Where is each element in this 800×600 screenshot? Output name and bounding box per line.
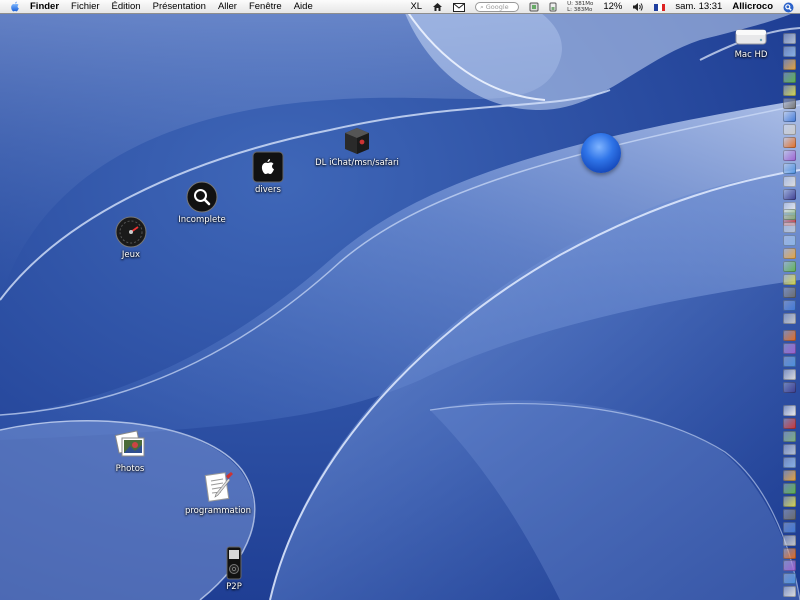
dock-app-icon[interactable] [783, 418, 796, 429]
dock-app-icon[interactable] [783, 431, 796, 442]
menu-aller[interactable]: Aller [212, 0, 243, 14]
dock-app-icon[interactable] [783, 222, 796, 233]
desktop-icon-label: Jeux [121, 250, 141, 260]
dock-app-icon[interactable] [783, 33, 796, 44]
menu-fenetre[interactable]: Fenêtre [243, 0, 288, 14]
side-dock [782, 22, 798, 600]
desktop-icon-jeux[interactable]: Jeux [81, 216, 181, 260]
google-placeholder: Google [485, 3, 509, 11]
google-search-field[interactable]: ⌕ Google [470, 2, 524, 12]
dock-app-icon[interactable] [783, 522, 796, 533]
dock-app-icon[interactable] [783, 150, 796, 161]
desktop-icon-p2p[interactable]: P2P [184, 546, 284, 592]
desktop-icon-programmation[interactable]: programmation [168, 470, 268, 516]
dock-app-icon[interactable] [783, 313, 796, 324]
mail-icon[interactable] [448, 2, 470, 12]
menu-fichier[interactable]: Fichier [65, 0, 106, 14]
dock-app-icon[interactable] [783, 548, 796, 559]
menu-bar: Finder Fichier Édition Présentation Alle… [0, 0, 800, 14]
dock-app-icon[interactable] [783, 98, 796, 109]
dock-app-icon[interactable] [783, 300, 796, 311]
document-pen-icon [204, 472, 233, 502]
desktop-icon-label: programmation [184, 506, 252, 516]
desktop-icon-photos[interactable]: Photos [80, 430, 180, 474]
desktop-icon-label: DL iChat/msn/safari [315, 158, 399, 168]
dock-app-icon[interactable] [783, 209, 796, 220]
menu-app-finder[interactable]: Finder [24, 0, 65, 14]
speedometer-icon [115, 216, 147, 248]
dock-app-icon[interactable] [783, 261, 796, 272]
dock-app-icon[interactable] [783, 470, 796, 481]
desktop-screen: Finder Fichier Édition Présentation Alle… [0, 0, 800, 600]
menu-presentation[interactable]: Présentation [147, 0, 212, 14]
dock-app-icon[interactable] [783, 287, 796, 298]
desktop-icon-label: Mac HD [734, 50, 768, 60]
dock-app-icon[interactable] [783, 343, 796, 354]
dock-app-icon[interactable] [783, 444, 796, 455]
input-menu-flag-icon[interactable] [649, 3, 670, 11]
house-icon[interactable] [427, 2, 448, 12]
desktop-icon-label: Photos [115, 464, 145, 474]
dock-app-icon[interactable] [783, 356, 796, 367]
dock-app-icon[interactable] [783, 189, 796, 200]
dock-app-icon[interactable] [783, 483, 796, 494]
magnifier-icon [186, 181, 218, 213]
ipod-icon [226, 546, 242, 580]
dock-app-icon[interactable] [783, 382, 796, 393]
apple-menu[interactable] [0, 1, 24, 12]
floating-blue-orb [581, 133, 621, 173]
hard-drive-icon [735, 29, 767, 45]
desktop-icon-label: Incomplete [178, 215, 226, 225]
dock-app-icon[interactable] [783, 72, 796, 83]
menubar-clock[interactable]: sam. 13:31 [670, 0, 727, 14]
desktop-icon-dl-folder[interactable]: DL iChat/msn/safari [307, 124, 407, 168]
photos-icon [114, 430, 145, 457]
dock-app-icon[interactable] [783, 137, 796, 148]
battery-status[interactable]: 12% [598, 0, 627, 14]
network-meter[interactable]: U: 381Mo L: 383Mo [562, 1, 598, 13]
search-icon: ⌕ [480, 3, 484, 11]
dock-app-icon[interactable] [783, 248, 796, 259]
dark-box-icon [345, 128, 369, 154]
dock-app-icon[interactable] [783, 535, 796, 546]
desktop-icon-label: divers [255, 185, 281, 195]
dock-app-icon[interactable] [783, 586, 796, 597]
dock-app-icon[interactable] [783, 46, 796, 57]
wallpaper [0, 0, 800, 600]
dock-app-icon[interactable] [783, 124, 796, 135]
apple-icon [11, 1, 19, 12]
dock-app-icon[interactable] [783, 176, 796, 187]
dock-app-icon[interactable] [783, 560, 796, 571]
dock-app-icon[interactable] [783, 111, 796, 122]
menu-edition[interactable]: Édition [106, 0, 147, 14]
dock-app-icon[interactable] [783, 405, 796, 416]
spotlight-icon[interactable] [778, 2, 800, 13]
volume-icon[interactable] [627, 2, 649, 12]
dock-app-icon[interactable] [783, 330, 796, 341]
dock-app-icon[interactable] [783, 369, 796, 380]
dock-app-icon[interactable] [783, 85, 796, 96]
net-download-text: L: 383Mo [567, 7, 593, 13]
apple-square-icon [252, 151, 284, 183]
dock-app-icon[interactable] [783, 59, 796, 70]
menu-aide[interactable]: Aide [288, 0, 319, 14]
disk-meter-icon[interactable] [544, 2, 562, 12]
dock-app-icon[interactable] [783, 235, 796, 246]
cpu-meter-icon[interactable] [524, 2, 544, 12]
dock-app-icon[interactable] [783, 509, 796, 520]
xl-menu-extra[interactable]: XL [405, 0, 427, 14]
dock-app-icon[interactable] [783, 457, 796, 468]
dock-app-icon[interactable] [783, 573, 796, 584]
dock-app-icon[interactable] [783, 274, 796, 285]
fast-user-switch[interactable]: Allicroco [727, 0, 778, 14]
dock-app-icon[interactable] [783, 496, 796, 507]
menu-extras: XL ⌕ Google U: 381Mo L: 383Mo 12% sam. 1… [405, 0, 800, 14]
desktop-icon-label: P2P [226, 582, 242, 592]
dock-app-icon[interactable] [783, 163, 796, 174]
